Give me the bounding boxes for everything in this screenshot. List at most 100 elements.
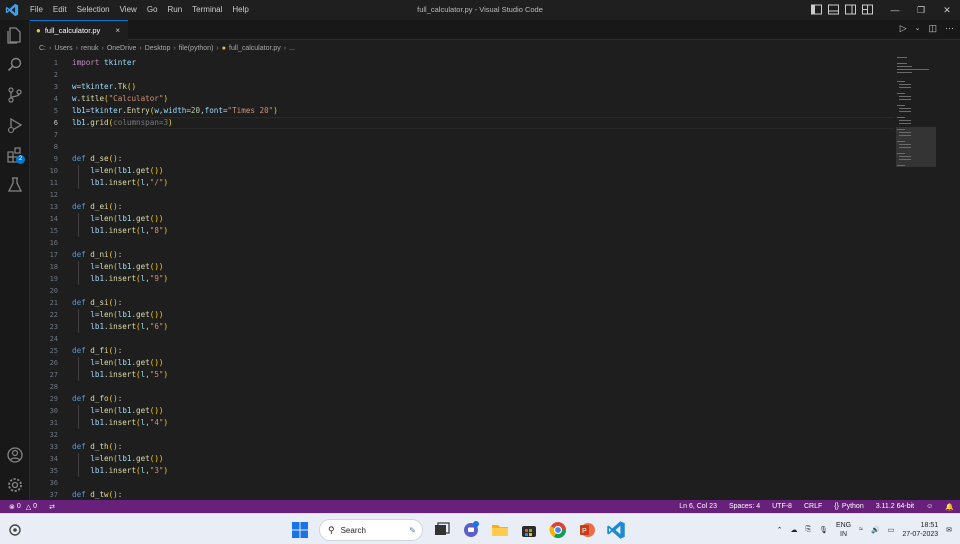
code-line[interactable]: lb1.insert(l,"5") — [72, 369, 168, 381]
language-mode[interactable]: {} Python — [834, 503, 863, 510]
menu-selection[interactable]: Selection — [72, 0, 115, 20]
close-icon[interactable]: ✕ — [934, 0, 960, 20]
menu-file[interactable]: File — [25, 0, 48, 20]
code-line[interactable]: import tkinter — [72, 57, 136, 69]
menu-edit[interactable]: Edit — [48, 0, 72, 20]
customize-layout-icon[interactable] — [861, 3, 874, 16]
wifi-icon[interactable]: ≈ — [859, 526, 863, 533]
code-line[interactable]: def d_si(): — [72, 297, 122, 309]
weather-widget-icon[interactable] — [8, 523, 22, 537]
menu-go[interactable]: Go — [142, 0, 163, 20]
code-line[interactable]: def d_th(): — [72, 441, 122, 453]
notifications-bell-icon[interactable]: 🔔 — [945, 503, 954, 511]
notification-center-icon[interactable]: ✉ — [946, 526, 952, 534]
source-control-icon[interactable] — [6, 86, 24, 104]
breadcrumb-item[interactable]: file(python) — [179, 45, 214, 52]
code-line[interactable]: l=len(lb1.get()) — [72, 357, 163, 369]
encoding[interactable]: UTF-8 — [772, 503, 792, 510]
code-editor[interactable]: 1 2 3 4 5 6 7 8 9 10 11 12 13 14 15 16 17 18 19 20 21 22 23 24 2… — [30, 55, 895, 500]
code-line[interactable]: def d_se(): — [72, 153, 122, 165]
code-line[interactable]: l=len(lb1.get()) — [72, 405, 163, 417]
code-line[interactable]: lb1.insert(l,"/") — [72, 177, 168, 189]
breadcrumb-item[interactable]: C: — [39, 45, 46, 52]
restore-icon[interactable]: ❐ — [908, 0, 934, 20]
powerpoint-icon[interactable]: P — [577, 520, 597, 540]
windows-start-icon[interactable] — [290, 520, 310, 540]
store-app-icon[interactable] — [519, 520, 539, 540]
menu-help[interactable]: Help — [227, 0, 253, 20]
end-of-line[interactable]: CRLF — [804, 503, 822, 510]
tab-close-icon[interactable]: × — [115, 26, 120, 35]
split-editor-icon[interactable]: ◫ — [928, 23, 937, 35]
code-line[interactable]: lb1.insert(l,"3") — [72, 465, 168, 477]
breadcrumb-item[interactable]: Users — [54, 45, 72, 52]
code-line[interactable]: lb1.grid(columnspan=3) — [72, 117, 173, 129]
code-line[interactable]: w.title("Calculator") — [72, 93, 168, 105]
menu-view[interactable]: View — [115, 0, 142, 20]
minimize-icon[interactable]: — — [882, 0, 908, 20]
ports-icon[interactable]: ⇄ — [49, 503, 55, 511]
breadcrumb-item[interactable]: ... — [289, 45, 295, 52]
code-line[interactable]: lb1.insert(l,"9") — [72, 273, 168, 285]
breadcrumb-item[interactable]: renuk — [81, 45, 99, 52]
code-line[interactable]: l=len(lb1.get()) — [72, 213, 163, 225]
run-dropdown-icon[interactable]: ⌄ — [915, 23, 921, 35]
chat-app-icon[interactable] — [461, 520, 481, 540]
tab-full-calculator[interactable]: ● full_calculator.py × — [30, 20, 128, 40]
code-line[interactable]: def d_ni(): — [72, 249, 122, 261]
code-line[interactable]: lb1.insert(l,"8") — [72, 225, 168, 237]
code-line[interactable]: l=len(lb1.get()) — [72, 165, 163, 177]
taskbar-search[interactable]: ⚲ Search ✎ — [319, 519, 423, 541]
usb-icon[interactable]: ⎘ — [805, 526, 811, 534]
chrome-icon[interactable] — [548, 520, 568, 540]
extensions-button[interactable]: 2 — [6, 146, 25, 164]
menu-terminal[interactable]: Terminal — [187, 0, 227, 20]
vertical-scrollbar[interactable] — [948, 55, 958, 500]
breadcrumb-item[interactable]: full_calculator.py — [229, 45, 281, 52]
run-debug-icon[interactable] — [6, 116, 24, 134]
code-line[interactable]: def d_tw(): — [72, 489, 122, 500]
code-line[interactable]: w=tkinter.Tk() — [72, 81, 136, 93]
microphone-icon[interactable]: 🎙 — [819, 526, 828, 534]
feedback-icon[interactable]: ☺ — [926, 503, 933, 510]
file-explorer-icon[interactable] — [490, 520, 510, 540]
code-line[interactable]: def d_ei(): — [72, 201, 122, 213]
run-python-file-icon[interactable]: ▷ — [900, 23, 907, 35]
explorer-icon[interactable] — [6, 26, 24, 44]
show-hidden-icons-icon[interactable]: ⌃ — [777, 526, 783, 534]
code-line[interactable]: l=len(lb1.get()) — [72, 453, 163, 465]
vscode-taskbar-icon[interactable] — [606, 520, 626, 540]
task-view-icon[interactable] — [432, 520, 452, 540]
more-actions-icon[interactable]: ⋯ — [945, 23, 954, 35]
breadcrumb-item[interactable]: Desktop — [145, 45, 171, 52]
code-line[interactable]: def d_fi(): — [72, 345, 122, 357]
problems-indicator[interactable]: ⊗ 0 △ 0 — [9, 503, 37, 511]
breadcrumb-item[interactable]: OneDrive — [107, 45, 137, 52]
code-line[interactable]: lb1.insert(l,"4") — [72, 417, 168, 429]
toggle-panel-icon[interactable] — [827, 3, 840, 16]
code-line[interactable]: lb1.insert(l,"6") — [72, 321, 168, 333]
account-icon[interactable] — [6, 446, 24, 464]
toggle-primary-sidebar-icon[interactable] — [810, 3, 823, 16]
clock[interactable]: 18:51 27-07-2023 — [902, 521, 938, 539]
onedrive-cloud-icon[interactable]: ☁ — [790, 526, 797, 534]
testing-icon[interactable] — [6, 176, 24, 194]
line-number: 20 — [49, 287, 58, 295]
battery-icon[interactable]: ▭ — [888, 526, 895, 534]
indentation[interactable]: Spaces: 4 — [729, 503, 760, 510]
settings-gear-icon[interactable] — [6, 476, 24, 494]
search-icon[interactable] — [6, 56, 24, 74]
language-indicator[interactable]: ENG IN — [836, 521, 851, 539]
cursor-position[interactable]: Ln 6, Col 23 — [679, 503, 717, 510]
minimap[interactable] — [895, 55, 945, 175]
code-line[interactable]: l=len(lb1.get()) — [72, 309, 163, 321]
code-line[interactable]: lb1=tkinter.Entry(w,width=20,font="Times… — [72, 105, 278, 117]
code-line[interactable]: l=len(lb1.get()) — [72, 261, 163, 273]
volume-icon[interactable]: 🔊 — [871, 526, 880, 534]
python-interpreter[interactable]: 3.11.2 64-bit — [876, 503, 914, 510]
menu-run[interactable]: Run — [162, 0, 187, 20]
toggle-secondary-sidebar-icon[interactable] — [844, 3, 857, 16]
code-line[interactable]: def d_fo(): — [72, 393, 122, 405]
